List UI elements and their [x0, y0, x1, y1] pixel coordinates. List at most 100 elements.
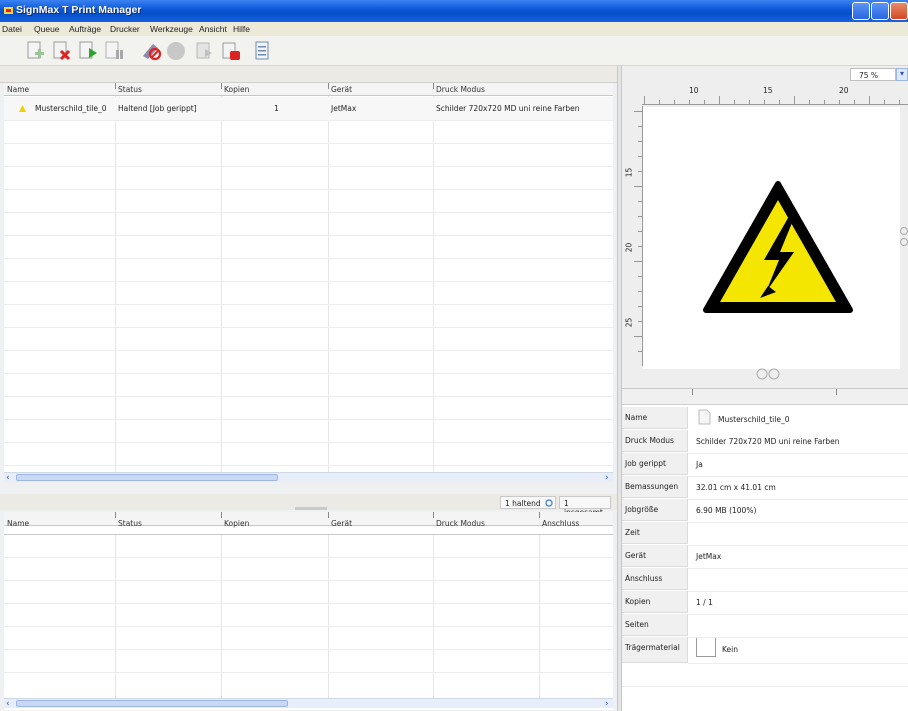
- ruler-tick: [869, 96, 870, 104]
- add-job-icon[interactable]: [24, 40, 46, 62]
- prop-label-bemassungen: Bemassungen: [622, 476, 688, 498]
- high-voltage-warning-icon: [703, 181, 853, 313]
- queue-header: Name Status Kopien Gerät Druck Modus: [4, 83, 613, 96]
- ruler-tick: [638, 351, 642, 352]
- close-button[interactable]: [890, 2, 908, 20]
- column-header-name[interactable]: Name: [7, 85, 29, 94]
- ruler-tick: [638, 321, 642, 322]
- prop-value-druck-modus: Schilder 720x720 MD uni reine Farben: [696, 437, 840, 446]
- vertical-nav-handle[interactable]: [900, 226, 908, 248]
- prop-label-traegermaterial: Trägermaterial: [622, 637, 688, 663]
- title-bar: SignMax T Print Manager: [0, 0, 908, 22]
- ruler-tick: [809, 100, 810, 104]
- pause-icon[interactable]: [103, 40, 125, 62]
- ruler-tick: [824, 100, 825, 104]
- scroll-left-icon[interactable]: ‹: [6, 699, 10, 709]
- prop-label-anschluss: Anschluss: [622, 568, 688, 590]
- menu-datei[interactable]: Datei: [2, 24, 22, 34]
- ruler-tick: [854, 100, 855, 104]
- preview-page: [643, 107, 900, 369]
- scroll-left-icon[interactable]: ‹: [6, 473, 10, 483]
- job-name: Musterschild_tile_0: [35, 104, 107, 113]
- column-header-druck-modus[interactable]: Druck Modus: [436, 519, 485, 528]
- ruler-tick: [638, 171, 642, 172]
- ruler-tick: [764, 100, 765, 104]
- properties-header: [622, 389, 908, 405]
- prop-value-jobgroesse: 6.90 MB (100%): [696, 506, 757, 515]
- column-header-status[interactable]: Status: [118, 85, 142, 94]
- minimize-button[interactable]: [852, 2, 870, 20]
- scroll-thumb[interactable]: [16, 474, 278, 481]
- ruler-tick: [644, 96, 645, 104]
- splitter-grip[interactable]: [295, 507, 327, 510]
- history-panel: Name Status Kopien Gerät Druck Modus Ans…: [4, 512, 613, 710]
- toolbar: [0, 36, 908, 66]
- scroll-right-icon[interactable]: ›: [605, 699, 609, 709]
- remove-printer-icon[interactable]: [220, 40, 242, 62]
- ruler-tick: [749, 100, 750, 104]
- menu-drucker[interactable]: Drucker: [110, 24, 140, 34]
- ruler-top: 10 15 20: [642, 86, 908, 106]
- ruler-tick: [638, 201, 642, 202]
- column-header-kopien[interactable]: Kopien: [224, 519, 249, 528]
- window-title: SignMax T Print Manager: [16, 4, 142, 16]
- ruler-tick: [734, 100, 735, 104]
- prop-value-kopien: 1 / 1: [696, 598, 713, 607]
- menu-ansicht[interactable]: Ansicht: [199, 24, 227, 34]
- menu-queue[interactable]: Queue: [34, 24, 60, 34]
- ruler-tick: [899, 100, 900, 104]
- preview-panel: 75 % ▾ 10 15 20 15 20 25: [622, 66, 908, 388]
- table-row[interactable]: Musterschild_tile_0 Haltend [Job gerippt…: [4, 97, 613, 120]
- chevron-down-icon[interactable]: ▾: [896, 68, 908, 81]
- prop-label-druck-modus: Druck Modus: [622, 430, 688, 452]
- prop-value-bemassungen: 32.01 cm x 41.01 cm: [696, 483, 776, 492]
- job-status-icon: [19, 105, 26, 112]
- properties-panel: Name Musterschild_tile_0 Druck Modus Sch…: [622, 388, 908, 710]
- scroll-thumb[interactable]: [16, 700, 288, 707]
- column-header-geraet[interactable]: Gerät: [331, 519, 352, 528]
- ruler-tick: [779, 100, 780, 104]
- prop-value-geraet: JetMax: [696, 552, 722, 561]
- ruler-tick: [638, 126, 642, 127]
- menu-werkzeuge[interactable]: Werkzeuge: [150, 24, 193, 34]
- column-header-status[interactable]: Status: [118, 519, 142, 528]
- total-count: 1 insgesamt: [559, 496, 611, 517]
- history-header: Name Status Kopien Gerät Druck Modus Ans…: [4, 512, 613, 528]
- column-header-kopien[interactable]: Kopien: [224, 85, 249, 94]
- ruler-tick: [638, 156, 642, 157]
- menu-hilfe[interactable]: Hilfe: [233, 24, 250, 34]
- column-header-anschluss[interactable]: Anschluss: [542, 519, 579, 528]
- column-header-geraet[interactable]: Gerät: [331, 85, 352, 94]
- prop-value-traegermaterial: Kein: [722, 645, 738, 654]
- prop-label-zeit: Zeit: [622, 522, 688, 544]
- ruler-tick: [634, 111, 642, 112]
- column-header-druck-modus[interactable]: Druck Modus: [436, 85, 485, 94]
- ruler-tick: [704, 100, 705, 104]
- zoom-select[interactable]: 75 %: [850, 68, 896, 81]
- queue-hscrollbar[interactable]: ‹ ›: [4, 472, 613, 483]
- ruler-left: 15 20 25: [622, 106, 643, 366]
- prop-label-jobgroesse: Jobgröße: [622, 499, 688, 521]
- document-icon: [698, 409, 711, 425]
- column-header-name[interactable]: Name: [7, 519, 29, 528]
- menu-auftraege[interactable]: Aufträge: [69, 24, 101, 34]
- prop-label-kopien: Kopien: [622, 591, 688, 613]
- log-icon[interactable]: [251, 40, 273, 62]
- ruler-tick: [689, 100, 690, 104]
- move-job-icon[interactable]: [194, 40, 216, 62]
- stop-icon[interactable]: [165, 40, 187, 62]
- history-hscrollbar[interactable]: ‹ ›: [4, 698, 613, 709]
- holding-count: 1 haltend: [500, 496, 556, 509]
- print-icon[interactable]: [77, 40, 99, 62]
- prop-label-seiten: Seiten: [622, 614, 688, 636]
- app-icon: [4, 7, 13, 14]
- delete-job-icon[interactable]: [50, 40, 72, 62]
- ruler-tick: [638, 141, 642, 142]
- maximize-button[interactable]: [871, 2, 889, 20]
- scroll-right-icon[interactable]: ›: [605, 473, 609, 483]
- cancel-ripping-icon[interactable]: [140, 40, 162, 62]
- ruler-tick: [638, 306, 642, 307]
- ruler-tick: [659, 100, 660, 104]
- material-swatch[interactable]: [696, 637, 716, 657]
- horizontal-nav-handle[interactable]: [754, 368, 782, 380]
